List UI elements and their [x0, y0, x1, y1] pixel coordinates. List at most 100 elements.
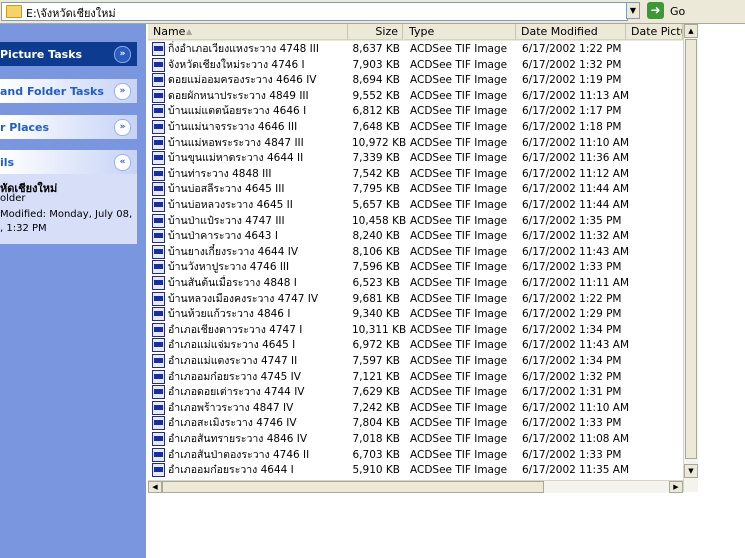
file-row[interactable]: บ้านท่าระวาง 4848 III 7,542 KB ACDSee TIF … [148, 166, 683, 182]
file-date: 6/17/2002 11:43 AM [522, 339, 630, 352]
file-row[interactable]: บ้านบ่อหลวงระวาง 4645 II 5,657 KB ACDSee T… [148, 197, 683, 213]
picture-tasks-header[interactable]: Picture Tasks » [0, 42, 137, 66]
file-name: ดอยแม่ออมครองระวาง 4646 IV [168, 74, 317, 87]
other-places-header[interactable]: r Places » [0, 115, 137, 139]
double-chevron-down-icon[interactable]: » [114, 46, 131, 63]
file-size: 8,240 KB [352, 230, 401, 243]
file-size: 7,121 KB [352, 370, 401, 383]
file-row[interactable]: บ้านแม่แตตน้อยระวาง 4646 I 6,812 KB ACDSee… [148, 103, 683, 119]
file-row[interactable]: บ้านห้วยแก้วระวาง 4846 I 9,340 KB ACDSee T… [148, 306, 683, 322]
tif-image-icon [152, 135, 165, 150]
file-date: 6/17/2002 11:44 AM [522, 183, 630, 196]
file-row[interactable]: กิ่งอำเภอเวียงแหงระวาง 4748 III 8,637 KB A… [148, 41, 683, 57]
file-type: ACDSee TIF Image [410, 74, 508, 87]
file-date: 6/17/2002 1:19 PM [522, 74, 622, 87]
file-row[interactable]: จังหวัดเชียงใหม่ระวาง 4746 I 7,903 KB ACDS… [148, 57, 683, 73]
address-bar: E:\จังหวัดเชียงใหม่ ▼ ➜ Go [0, 0, 745, 24]
file-list: Name ▲ Size Type Date Modified Date Pict… [148, 24, 683, 492]
file-name: บ้านขุนแม่หาดระวาง 4644 II [168, 152, 304, 165]
file-row[interactable]: อำเภอแม่แจ่มระวาง 4645 I 6,972 KB ACDSee T… [148, 337, 683, 353]
double-chevron-down-icon[interactable]: » [114, 83, 131, 100]
file-type: ACDSee TIF Image [410, 89, 508, 102]
address-dropdown-button[interactable]: ▼ [626, 2, 640, 19]
scroll-right-button[interactable]: ▶ [669, 481, 683, 493]
file-name: บ้านท่าระวาง 4848 III [168, 167, 272, 180]
horizontal-scrollbar[interactable]: ◀ ▶ [148, 480, 683, 493]
file-size: 9,552 KB [352, 89, 401, 102]
chevron-down-icon: ▼ [629, 6, 637, 15]
file-type: ACDSee TIF Image [410, 121, 508, 133]
column-header-type[interactable]: Type [404, 24, 516, 40]
file-type: ACDSee TIF Image [410, 183, 508, 196]
file-date: 6/17/2002 1:22 PM [522, 43, 622, 55]
tif-image-icon [152, 57, 165, 72]
task-pane: Picture Tasks » and Folder Tasks » r Pla… [0, 24, 146, 558]
file-name: อำเภอสันป่าตองระวาง 4746 II [168, 448, 310, 461]
file-name: กิ่งอำเภอเวียงแหงระวาง 4748 III [168, 43, 319, 55]
file-row[interactable]: อำเภออมก๋อยระวาง 4745 IV 7,121 KB ACDSee T… [148, 369, 683, 385]
file-row[interactable]: บ้านป่าคาระวาง 4643 I 8,240 KB ACDSee TIF … [148, 228, 683, 244]
file-size: 7,597 KB [352, 355, 401, 367]
go-label: Go [670, 5, 686, 18]
file-folder-tasks-header[interactable]: and Folder Tasks » [0, 79, 137, 103]
file-row[interactable]: อำเภอดอยเต่าระวาง 4744 IV 7,629 KB ACDSee … [148, 384, 683, 400]
file-row[interactable]: บ้านหลวงเมืองคงระวาง 4747 IV 9,681 KB ACDS… [148, 291, 683, 307]
column-header-date-modified[interactable]: Date Modified [516, 24, 626, 40]
file-size: 7,903 KB [352, 58, 401, 71]
double-chevron-down-icon[interactable]: » [114, 119, 131, 136]
scroll-down-button[interactable]: ▼ [684, 464, 698, 478]
file-row[interactable]: บ้านแม่หอพระระวาง 4847 III 10,972 KB ACDSe… [148, 135, 683, 151]
file-size: 8,694 KB [352, 74, 401, 87]
sort-up-icon: ▲ [186, 27, 193, 36]
scroll-up-button[interactable]: ▲ [684, 24, 698, 38]
file-row[interactable]: อำเภอสันทรายระวาง 4846 IV 7,018 KB ACDSee … [148, 431, 683, 447]
vertical-scrollbar[interactable]: ▲ ▼ [683, 24, 698, 492]
file-row[interactable]: บ้านแม่นาจรระวาง 4646 III 7,648 KB ACDSee … [148, 119, 683, 135]
go-button[interactable]: ➜ Go [646, 2, 694, 21]
file-type: ACDSee TIF Image [410, 261, 508, 274]
column-header-date-picture[interactable]: Date Pictur [626, 24, 683, 40]
file-row[interactable]: ดอยผักหนาประระวาง 4849 III 9,552 KB ACDSee… [148, 88, 683, 104]
vertical-scroll-thumb[interactable] [685, 39, 697, 459]
file-row[interactable]: อำเภอสันป่าตองระวาง 4746 II 6,703 KB ACDSe… [148, 447, 683, 463]
tif-image-icon [152, 151, 165, 166]
file-type: ACDSee TIF Image [410, 199, 508, 211]
file-size: 7,242 KB [352, 401, 401, 414]
details-modified-time: , 1:32 PM [0, 223, 47, 234]
tif-image-icon [152, 260, 165, 275]
tif-image-icon [152, 385, 165, 400]
tif-image-icon [152, 463, 165, 478]
file-row[interactable]: อำเภอสะเมิงระวาง 4746 IV 7,804 KB ACDSee T… [148, 415, 683, 431]
file-row[interactable]: ดอยแม่ออมครองระวาง 4646 IV 8,694 KB ACDSee… [148, 72, 683, 88]
scroll-left-button[interactable]: ◀ [148, 481, 162, 493]
address-input[interactable]: E:\จังหวัดเชียงใหม่ [1, 2, 628, 21]
file-name: อำเภอเชียงดาวระวาง 4747 I [168, 323, 303, 336]
file-type: ACDSee TIF Image [410, 277, 508, 289]
file-row[interactable]: บ้านบ่อสลีระวาง 4645 III 7,795 KB ACDSee T… [148, 181, 683, 197]
column-header-row: Name ▲ Size Type Date Modified Date Pict… [148, 24, 683, 41]
file-type: ACDSee TIF Image [410, 152, 508, 165]
file-row[interactable]: บ้านวังหาปูระวาง 4746 III 7,596 KB ACDSee … [148, 259, 683, 275]
file-row[interactable]: บ้านสันต้นเมื่อระวาง 4848 I 6,523 KB ACDSe… [148, 275, 683, 291]
column-header-size[interactable]: Size [347, 24, 403, 40]
file-row[interactable]: อำเภออมก๋อยระวาง 4644 I 5,910 KB ACDSee TI… [148, 462, 683, 478]
details-header[interactable]: ils « [0, 150, 137, 174]
file-row[interactable]: บ้านยางเกี๋ยงระวาง 4644 IV 8,106 KB ACDSee… [148, 244, 683, 260]
file-size: 7,804 KB [352, 417, 401, 430]
file-size: 7,542 KB [352, 167, 401, 180]
file-name: บ้านแม่หอพระระวาง 4847 III [168, 136, 304, 149]
tif-image-icon [152, 229, 165, 244]
horizontal-scroll-thumb[interactable] [162, 481, 544, 493]
file-name: ดอยผักหนาประระวาง 4849 III [168, 89, 309, 102]
file-type: ACDSee TIF Image [410, 417, 508, 430]
file-name: บ้านหลวงเมืองคงระวาง 4747 IV [168, 292, 319, 305]
double-chevron-up-icon[interactable]: « [114, 154, 131, 171]
file-date: 6/17/2002 11:11 AM [522, 277, 630, 289]
file-row[interactable]: อำเภอพร้าวระวาง 4847 IV 7,242 KB ACDSee TI… [148, 400, 683, 416]
file-row[interactable]: อำเภอเชียงดาวระวาง 4747 I 10,311 KB ACDSee… [148, 322, 683, 338]
file-row[interactable]: อำเภอแม่แตงระวาง 4747 II 7,597 KB ACDSee T… [148, 353, 683, 369]
file-row[interactable]: บ้านป่าแป๋ระวาง 4747 III 10,458 KB ACDSee … [148, 213, 683, 229]
file-size: 6,703 KB [352, 448, 401, 461]
file-row[interactable]: บ้านขุนแม่หาดระวาง 4644 II 7,339 KB ACDSee… [148, 150, 683, 166]
file-size: 6,972 KB [352, 339, 401, 352]
